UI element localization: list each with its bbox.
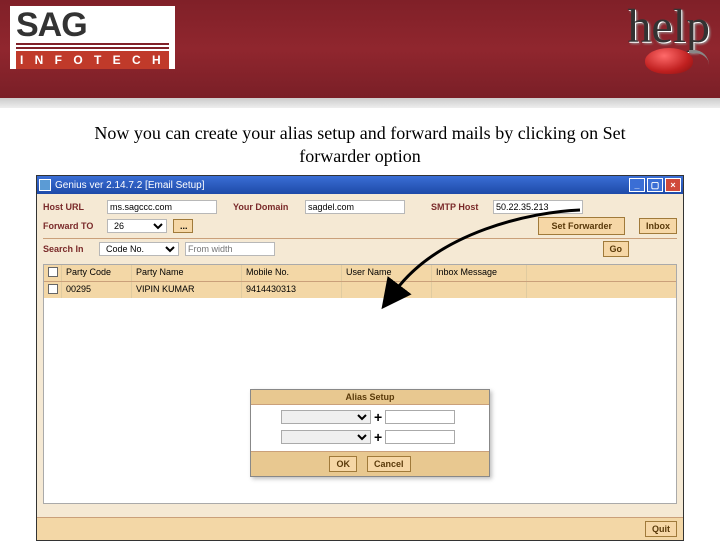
window-close-button[interactable]: × — [665, 178, 681, 192]
window-title: Genius ver 2.14.7.2 [Email Setup] — [55, 180, 205, 191]
plus-icon: + — [374, 429, 382, 445]
forward-to-label: Forward TO — [43, 221, 101, 231]
inbox-button[interactable]: Inbox — [639, 218, 677, 234]
forward-to-select[interactable]: 26 — [107, 219, 167, 233]
help-title: help — [627, 8, 710, 46]
form-area: Host URL Your Domain SMTP Host Forward T… — [37, 194, 683, 262]
alias-ok-button[interactable]: OK — [329, 456, 357, 472]
grid-header-party-name: Party Name — [132, 265, 242, 281]
row-checkbox[interactable] — [48, 284, 58, 294]
results-grid: Party Code Party Name Mobile No. User Na… — [43, 264, 677, 504]
from-width-input[interactable] — [185, 242, 275, 256]
window-minimize-button[interactable]: _ — [629, 178, 645, 192]
instruction-text: Now you can create your alias setup and … — [60, 122, 660, 167]
grid-header-username: User Name — [342, 265, 432, 281]
alias-target-input-1[interactable] — [385, 410, 455, 424]
table-row[interactable]: 00295 VIPIN KUMAR 9414430313 — [44, 282, 676, 298]
grid-header-party-code: Party Code — [62, 265, 132, 281]
search-in-select[interactable]: Code No. — [99, 242, 179, 256]
grid-header: Party Code Party Name Mobile No. User Na… — [44, 265, 676, 282]
mouse-icon — [645, 48, 693, 74]
grid-header-mobile: Mobile No. — [242, 265, 342, 281]
titlebar: Genius ver 2.14.7.2 [Email Setup] _ ▢ × — [37, 176, 683, 194]
help-block: help — [627, 8, 710, 74]
alias-source-select-2[interactable] — [281, 430, 371, 444]
cell-mobile: 9414430313 — [242, 282, 342, 298]
set-forwarder-button[interactable]: Set Forwarder — [538, 217, 625, 235]
cell-party-code: 00295 — [62, 282, 132, 298]
cell-inbox-msg — [432, 282, 527, 298]
alias-setup-dialog: Alias Setup + + OK Cancel — [250, 389, 490, 477]
host-url-label: Host URL — [43, 202, 101, 212]
smtp-host-label: SMTP Host — [431, 202, 487, 212]
quit-button[interactable]: Quit — [645, 521, 677, 537]
brand-logo-top: SAG — [16, 10, 169, 41]
go-button[interactable]: Go — [603, 241, 630, 257]
brand-logo: SAG I N F O T E C H — [10, 6, 175, 69]
grid-header-check — [44, 265, 62, 281]
brand-logo-bottom: I N F O T E C H — [16, 51, 169, 69]
window-maximize-button[interactable]: ▢ — [647, 178, 663, 192]
your-domain-input[interactable] — [305, 200, 405, 214]
grid-header-inbox-msg: Inbox Message — [432, 265, 527, 281]
bottom-bar: Quit — [37, 517, 683, 540]
alias-target-input-2[interactable] — [385, 430, 455, 444]
smtp-host-input[interactable] — [493, 200, 583, 214]
alias-source-select-1[interactable] — [281, 410, 371, 424]
cell-username — [342, 282, 432, 298]
app-icon — [39, 179, 51, 191]
app-window: Genius ver 2.14.7.2 [Email Setup] _ ▢ × … — [36, 175, 684, 541]
alias-cancel-button[interactable]: Cancel — [367, 456, 411, 472]
search-in-label: Search In — [43, 244, 93, 254]
cell-party-name: VIPIN KUMAR — [132, 282, 242, 298]
header-banner: SAG I N F O T E C H help — [0, 0, 720, 100]
host-url-input[interactable] — [107, 200, 217, 214]
forward-to-browse-button[interactable]: ... — [173, 219, 193, 233]
alias-dialog-title: Alias Setup — [251, 390, 489, 405]
plus-icon: + — [374, 409, 382, 425]
your-domain-label: Your Domain — [233, 202, 299, 212]
